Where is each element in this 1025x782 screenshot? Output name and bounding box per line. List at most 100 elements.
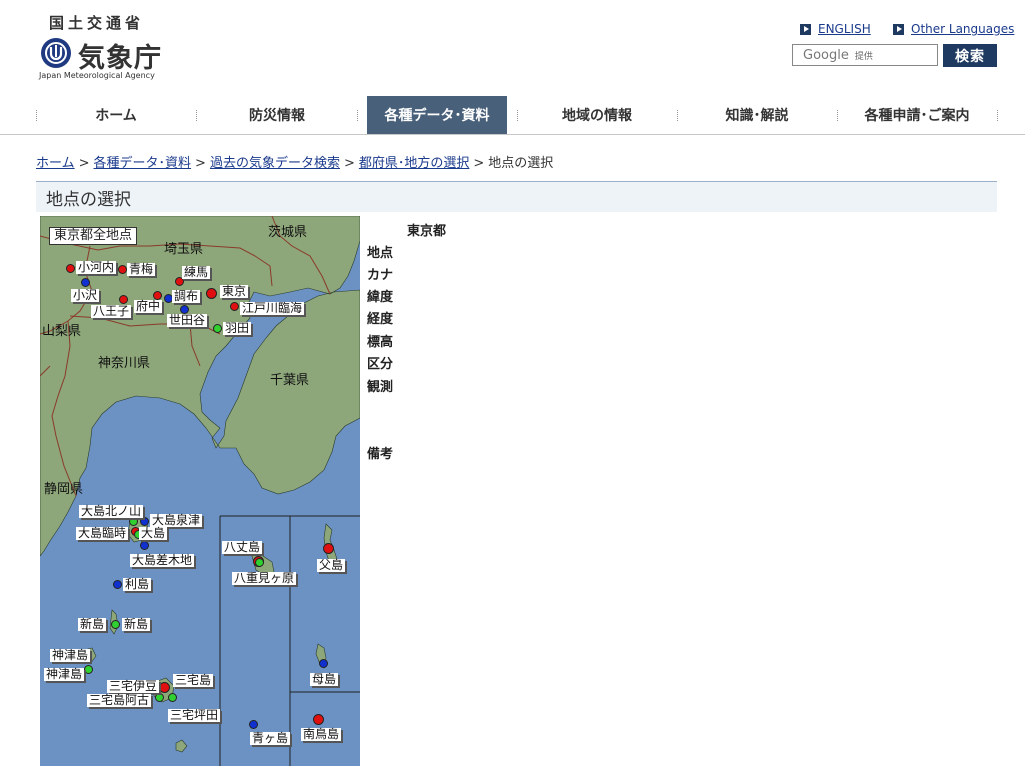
station-dot-miyakejima[interactable] [159, 682, 170, 693]
nav-divider [357, 110, 359, 121]
other-languages-link[interactable]: Other Languages [893, 22, 1014, 36]
ministry-name: 国土交通省 [49, 14, 145, 32]
station-label-nerima[interactable]: 練馬 [182, 266, 211, 279]
station-label-oshima-kitanoyama[interactable]: 大島北ノ山 [79, 505, 144, 518]
info-label-longitude: 経度 [367, 312, 394, 327]
station-label-setagaya[interactable]: 世田谷 [167, 314, 208, 327]
station-label-miyakejima[interactable]: 三宅島 [173, 674, 214, 687]
info-label-station: 地点 [367, 246, 394, 261]
station-label-chofu[interactable]: 調布 [172, 290, 201, 303]
station-label-minamitorishima[interactable]: 南鳥島 [301, 728, 342, 741]
station-label-miyake-ako[interactable]: 三宅島阿古 [87, 694, 152, 707]
station-dot-haneda[interactable] [213, 324, 222, 333]
info-label-latitude: 緯度 [367, 290, 394, 305]
pref-label-kanagawa: 神奈川県 [98, 356, 151, 371]
station-label-hachijojima[interactable]: 八丈島 [222, 541, 263, 554]
station-label-oshima[interactable]: 大島 [139, 527, 168, 540]
station-label-tokyo[interactable]: 東京 [220, 285, 249, 298]
station-label-hahajima[interactable]: 母島 [310, 673, 339, 686]
station-dot-oshima-kitanoyama[interactable] [129, 517, 138, 526]
station-dot-toshima[interactable] [113, 580, 122, 589]
station-label-ome[interactable]: 青梅 [127, 263, 156, 276]
nav-disaster-info[interactable]: 防災情報 [197, 96, 357, 134]
info-label-elevation: 標高 [367, 335, 394, 350]
station-label-miyake-tsubota[interactable]: 三宅坪田 [168, 709, 221, 722]
breadcrumb-current: 地点の選択 [488, 156, 554, 171]
station-dot-oshima-senzu[interactable] [140, 517, 149, 526]
agency-english-name: Japan Meteorological Agency [39, 71, 155, 80]
station-dot-ome[interactable] [118, 265, 127, 274]
breadcrumb-past-weather-search[interactable]: 過去の気象データ検索 [210, 156, 340, 171]
station-dot-tokyo[interactable] [206, 288, 217, 299]
global-nav: ホーム 防災情報 各種データ･資料 地域の情報 知識･解説 各種申請･ご案内 [0, 96, 1025, 135]
search-button[interactable]: 検索 [943, 44, 997, 67]
station-label-kozushima[interactable]: 神津島 [44, 668, 85, 681]
site-header: 国土交通省 気象庁 Japan Meteorological Agency EN… [0, 0, 1025, 96]
arrow-right-icon [893, 23, 904, 35]
station-label-haneda[interactable]: 羽田 [223, 322, 252, 335]
info-label-category: 区分 [367, 357, 394, 372]
station-label-edogawa[interactable]: 江戸川臨海 [240, 302, 305, 315]
station-dot-miyake-tsubota[interactable] [168, 693, 177, 702]
pref-label-ibaraki: 茨城県 [268, 225, 308, 240]
station-label-niijima-west[interactable]: 新島 [78, 618, 107, 631]
station-label-toshima[interactable]: 利島 [123, 578, 152, 591]
station-label-miyake-ide[interactable]: 三宅伊豆 [107, 680, 160, 693]
station-label-oshima-sashikiji[interactable]: 大島差木地 [130, 554, 195, 567]
arrow-right-icon [800, 23, 811, 35]
other-languages-label: Other Languages [911, 22, 1015, 36]
search-provider-label: 提供 [854, 51, 873, 62]
station-map: 茨城県 埼玉県 山梨県 神奈川県 千葉県 静岡県 東京都全地点 小河内 青梅 練… [40, 216, 360, 766]
station-dot-chichijima[interactable] [323, 543, 334, 554]
station-label-niijima[interactable]: 新島 [122, 618, 151, 631]
pref-label-shizuoka: 静岡県 [44, 482, 84, 497]
breadcrumb-prefecture-select[interactable]: 都府県･地方の選択 [359, 156, 470, 171]
station-label-chichijima[interactable]: 父島 [317, 559, 346, 572]
english-link[interactable]: ENGLISH [800, 22, 871, 36]
pref-label-saitama: 埼玉県 [164, 242, 204, 257]
agency-name[interactable]: 気象庁 [78, 36, 162, 75]
search-input[interactable]: Google 提供 [792, 44, 938, 66]
station-dot-kozushima[interactable] [84, 665, 93, 674]
nav-knowledge[interactable]: 知識･解説 [677, 96, 837, 134]
nav-home[interactable]: ホーム [36, 96, 196, 134]
nav-regional-info[interactable]: 地域の情報 [517, 96, 677, 134]
station-label-kozushima-north[interactable]: 神津島 [50, 649, 91, 662]
station-dot-hachioji[interactable] [119, 295, 128, 304]
pref-label-chiba: 千葉県 [270, 373, 310, 388]
station-dot-aogashima[interactable] [249, 720, 258, 729]
breadcrumb-data[interactable]: 各種データ･資料 [94, 156, 192, 171]
station-label-fuchu[interactable]: 府中 [134, 300, 163, 313]
all-points-button[interactable]: 東京都全地点 [49, 227, 138, 245]
station-dot-ogouchi[interactable] [66, 264, 75, 273]
breadcrumb: ホーム > 各種データ･資料 > 過去の気象データ検索 > 都府県･地方の選択 > 地点の選択 [36, 156, 554, 171]
nav-data-materials[interactable]: 各種データ･資料 [367, 96, 507, 134]
search-placeholder: Google [803, 47, 849, 63]
jma-logo-icon[interactable] [40, 37, 72, 69]
info-prefecture: 東京都 [407, 224, 447, 239]
pref-label-yamanashi: 山梨県 [42, 324, 82, 339]
island-mikurajima [175, 739, 188, 753]
station-dot-ozawa[interactable] [81, 278, 90, 287]
info-label-observation: 観測 [367, 380, 394, 395]
info-label-remarks: 備考 [367, 447, 394, 462]
station-label-aogashima[interactable]: 青ヶ島 [250, 732, 291, 745]
station-dot-oshima-sashikiji[interactable] [140, 541, 149, 550]
breadcrumb-home[interactable]: ホーム [36, 156, 75, 171]
station-dot-minamitorishima[interactable] [313, 714, 324, 725]
english-link-label: ENGLISH [818, 22, 871, 36]
station-label-ogouchi[interactable]: 小河内 [76, 261, 117, 274]
station-label-hachioji[interactable]: 八王子 [91, 305, 132, 318]
station-dot-niijima[interactable] [111, 620, 120, 629]
station-dot-miyake-ako[interactable] [155, 693, 164, 702]
page-title: 地点の選択 [36, 181, 997, 212]
station-label-oshima-rinji[interactable]: 大島臨時 [76, 527, 129, 540]
station-label-ozawa[interactable]: 小沢 [71, 289, 100, 302]
station-dot-hachijo-mikabara[interactable] [255, 558, 264, 567]
info-label-kana: カナ [367, 268, 394, 283]
station-dot-edogawa[interactable] [230, 302, 239, 311]
station-label-hachijo-mikabara[interactable]: 八重見ヶ原 [232, 572, 297, 585]
nav-applications[interactable]: 各種申請･ご案内 [837, 96, 997, 134]
nav-divider [997, 110, 999, 121]
station-dot-hahajima[interactable] [319, 659, 328, 668]
